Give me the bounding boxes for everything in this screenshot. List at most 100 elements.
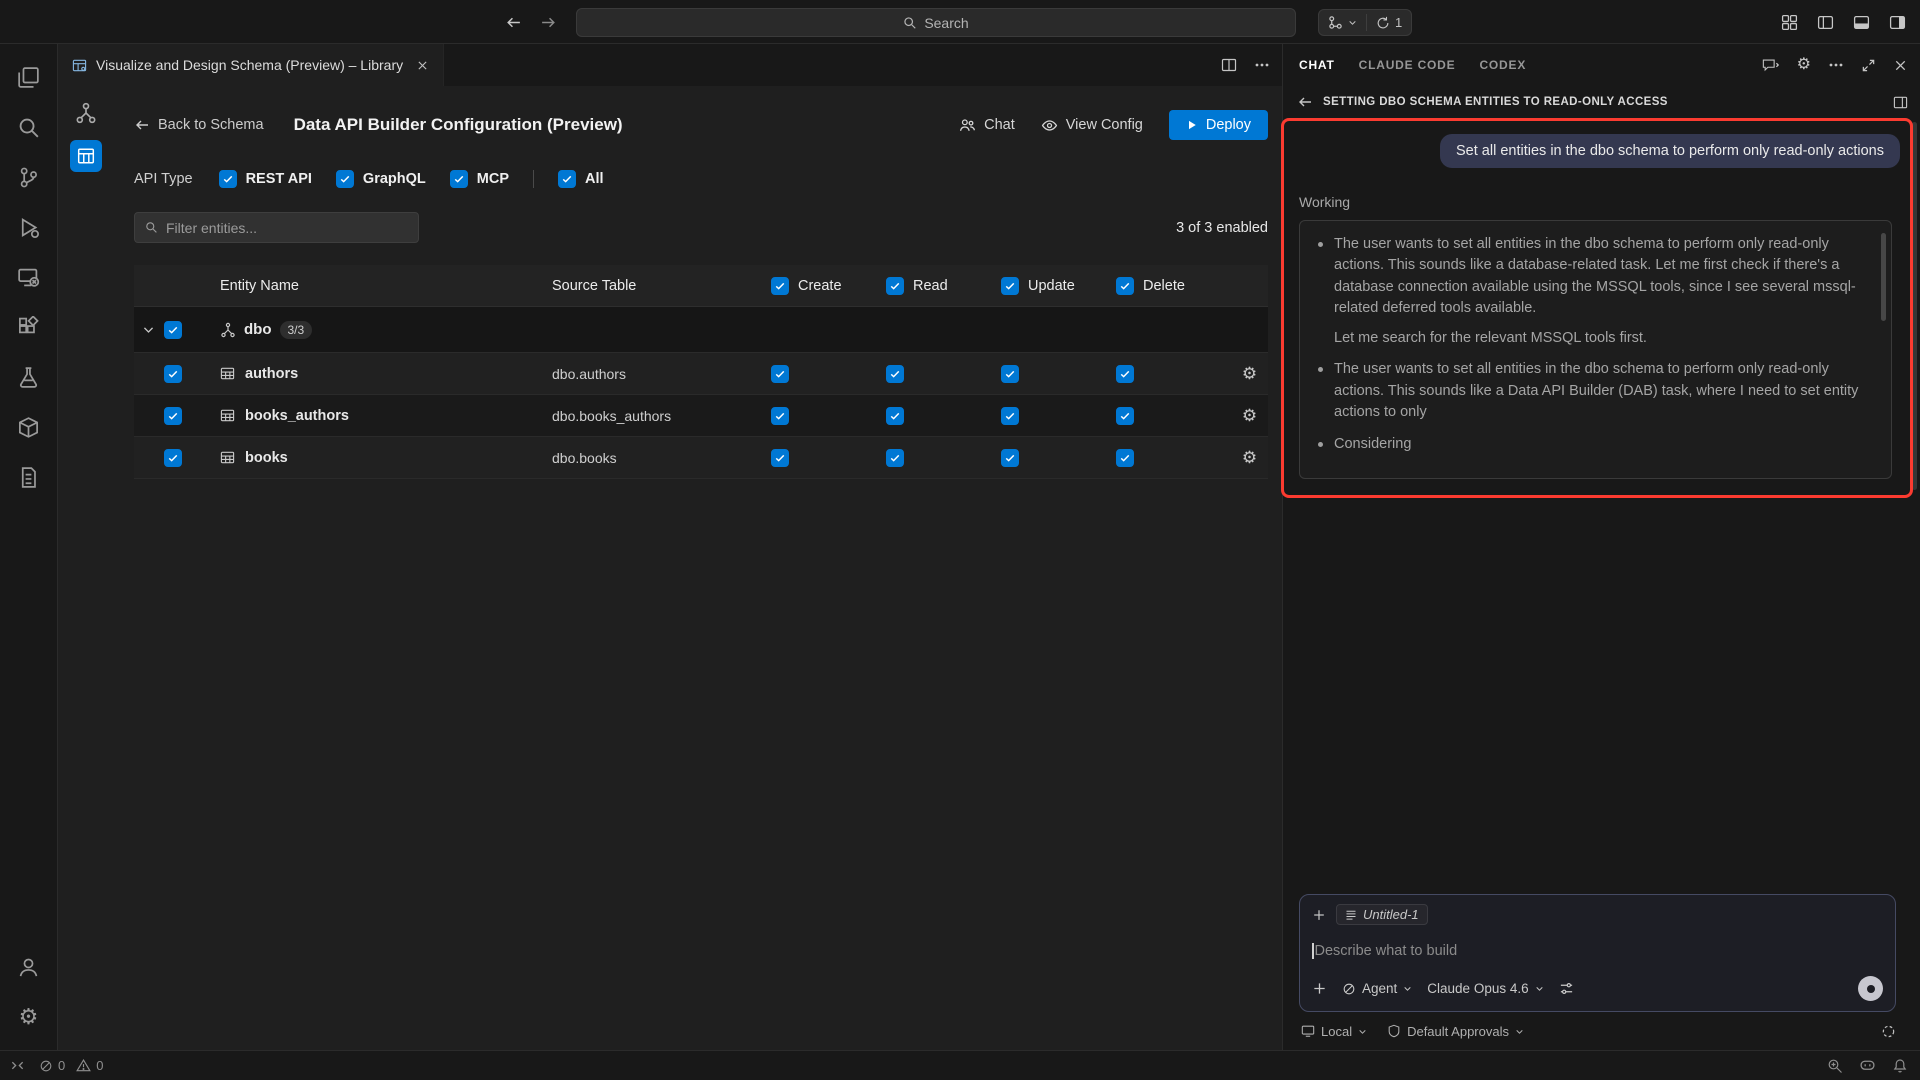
thinking-scrollbar[interactable] [1881,233,1886,321]
dab-config-view-icon[interactable] [70,140,102,172]
entity-settings-gear-icon[interactable]: ⚙ [1231,364,1268,384]
tab-chat[interactable]: CHAT [1299,58,1335,72]
copilot-sessions-button[interactable] [1319,15,1366,30]
entity-row-books[interactable]: books dbo.books ⚙ [134,437,1268,479]
bell-icon[interactable] [1892,1058,1908,1074]
extensions-icon[interactable] [5,302,53,352]
testing-icon[interactable] [5,352,53,402]
delete-checkbox[interactable] [1116,407,1134,425]
api-option-all[interactable]: All [558,170,604,188]
deploy-button[interactable]: Deploy [1169,110,1268,140]
remote-indicator-icon[interactable] [10,1058,25,1073]
toggle-sidebar-icon[interactable] [1817,14,1834,31]
environment-picker[interactable]: Local [1301,1024,1367,1039]
customize-layout-icon[interactable] [1781,14,1798,31]
settings-gear-icon[interactable]: ⚙ [5,992,53,1042]
split-editor-icon[interactable] [1221,57,1237,73]
chat-button[interactable]: Chat [959,117,1015,134]
read-checkbox[interactable] [886,365,904,383]
chat-mode-dropdown-icon[interactable] [1762,57,1780,73]
entity-settings-gear-icon[interactable]: ⚙ [1231,448,1268,468]
maximize-panel-icon[interactable] [1861,58,1876,73]
back-to-schema-button[interactable]: Back to Schema [134,117,264,133]
history-back-icon[interactable] [505,14,522,31]
create-checkbox[interactable] [771,449,789,467]
delete-all-checkbox[interactable] [1116,277,1134,295]
update-checkbox[interactable] [1001,407,1019,425]
update-checkbox[interactable] [1001,365,1019,383]
error-count: 0 [58,1058,65,1073]
voice-send-button[interactable] [1858,976,1883,1001]
add-context-icon[interactable] [1312,908,1326,922]
tab-codex[interactable]: CODEX [1479,58,1526,72]
entity-row-books-authors[interactable]: books_authors dbo.books_authors ⚙ [134,395,1268,437]
read-checkbox[interactable] [886,407,904,425]
schema-group-row[interactable]: dbo 3/3 [134,307,1268,353]
read-all-checkbox[interactable] [886,277,904,295]
row-checkbox[interactable] [164,407,182,425]
notebook-icon[interactable] [5,452,53,502]
attach-icon[interactable] [1312,981,1327,996]
context-file-chip[interactable]: Untitled-1 [1336,904,1428,925]
read-checkbox[interactable] [886,449,904,467]
chat-scrollbar[interactable] [1912,122,1917,490]
chat-more-actions-icon[interactable] [1828,57,1844,73]
create-all-checkbox[interactable] [771,277,789,295]
editor-tab[interactable]: Visualize and Design Schema (Preview) – … [58,44,444,86]
entity-settings-gear-icon[interactable]: ⚙ [1231,406,1268,426]
tab-claude-code[interactable]: CLAUDE CODE [1359,58,1456,72]
thinking-container[interactable]: The user wants to set all entities in th… [1299,220,1892,479]
search-view-icon[interactable] [5,102,53,152]
close-panel-icon[interactable] [1893,58,1908,73]
source-control-icon[interactable] [5,152,53,202]
explorer-icon[interactable] [5,52,53,102]
history-forward-icon[interactable] [540,14,557,31]
account-icon[interactable] [5,942,53,992]
update-checkbox[interactable] [1001,449,1019,467]
command-center-search[interactable]: Search [576,8,1296,37]
copilot-status-icon[interactable] [1859,1057,1876,1074]
api-option-graphql[interactable]: GraphQL [336,170,426,188]
view-config-button[interactable]: View Config [1041,117,1143,134]
api-option-rest[interactable]: REST API [219,170,312,188]
approvals-picker[interactable]: Default Approvals [1387,1024,1524,1039]
toggle-secondary-sidebar-icon[interactable] [1889,14,1906,31]
group-name: dbo [244,321,272,338]
row-checkbox[interactable] [164,365,182,383]
session-back-icon[interactable] [1297,94,1313,110]
session-title: SETTING DBO SCHEMA ENTITIES TO READ-ONLY… [1323,96,1668,108]
chat-settings-gear-icon[interactable]: ⚙ [1797,57,1811,73]
active-session-count-button[interactable]: 1 [1367,15,1411,30]
all-checkbox[interactable] [558,170,576,188]
schema-designer-icon[interactable] [75,102,97,124]
more-actions-icon[interactable] [1254,57,1270,73]
run-debug-icon[interactable] [5,202,53,252]
database-projects-icon[interactable] [5,402,53,452]
dbo-group-checkbox[interactable] [164,321,182,339]
entity-row-authors[interactable]: authors dbo.authors ⚙ [134,353,1268,395]
mcp-checkbox[interactable] [450,170,468,188]
row-checkbox[interactable] [164,449,182,467]
update-all-checkbox[interactable] [1001,277,1019,295]
rest-api-checkbox[interactable] [219,170,237,188]
schema-tab-icon [72,58,87,73]
open-session-in-editor-icon[interactable] [1893,95,1908,110]
delete-checkbox[interactable] [1116,449,1134,467]
toggle-panel-icon[interactable] [1853,14,1870,31]
remote-explorer-icon[interactable] [5,252,53,302]
api-option-mcp[interactable]: MCP [450,170,509,188]
tab-close-icon[interactable] [416,59,429,72]
create-checkbox[interactable] [771,365,789,383]
delete-checkbox[interactable] [1116,365,1134,383]
chat-input-box[interactable]: Untitled-1 Describe what to build Agent [1299,894,1896,1012]
filter-entities-input[interactable]: Filter entities... [134,212,419,243]
model-picker[interactable]: Claude Opus 4.6 [1427,981,1543,996]
zoom-status-icon[interactable] [1827,1058,1843,1074]
chevron-down-icon[interactable] [142,323,155,336]
bullet-icon [1318,242,1323,247]
mode-picker[interactable]: Agent [1342,981,1412,996]
create-checkbox[interactable] [771,407,789,425]
problems-indicator[interactable]: 0 0 [39,1058,103,1073]
tools-sliders-icon[interactable] [1559,981,1574,996]
graphql-checkbox[interactable] [336,170,354,188]
